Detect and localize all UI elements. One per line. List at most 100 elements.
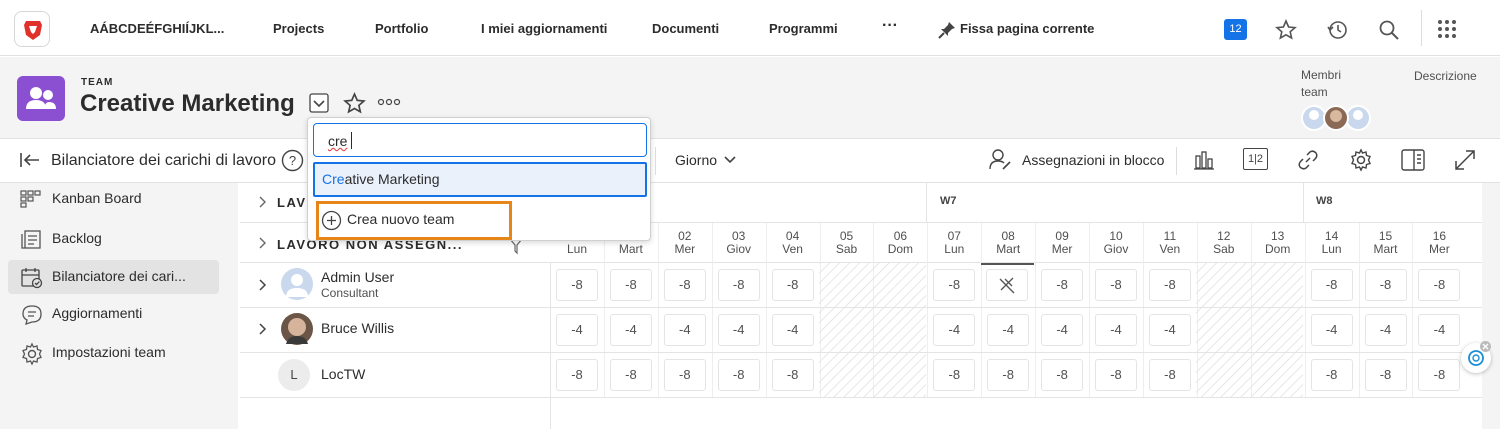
allocation-cell[interactable]: -8 bbox=[717, 359, 760, 391]
bulk-assign-icon[interactable] bbox=[988, 148, 1014, 172]
allocation-cell[interactable]: -8 bbox=[771, 359, 814, 391]
sidebar-item-updates[interactable]: Aggiornamenti bbox=[8, 297, 219, 331]
calendar-icon bbox=[20, 266, 44, 290]
allocation-cell[interactable]: -8 bbox=[663, 359, 706, 391]
sidebar-item-workload[interactable]: Bilanciatore dei cari... bbox=[8, 260, 219, 294]
create-team-label: Crea nuovo team bbox=[347, 211, 455, 227]
allocation-cell[interactable]: -8 bbox=[609, 269, 652, 301]
user-name[interactable]: Bruce Willis bbox=[321, 320, 394, 336]
nav-programs[interactable]: Programmi bbox=[769, 21, 838, 36]
allocation-cell[interactable]: -4 bbox=[1310, 314, 1353, 346]
allocation-cell[interactable]: -8 bbox=[1148, 359, 1191, 391]
allocation-cell[interactable]: -4 bbox=[556, 314, 598, 346]
allocation-cell[interactable]: -8 bbox=[1418, 359, 1461, 391]
avatar: L bbox=[278, 359, 310, 391]
allocation-cell[interactable]: -8 bbox=[609, 359, 652, 391]
ratio-toggle[interactable]: 1|2 bbox=[1243, 148, 1268, 170]
search-icon[interactable] bbox=[1378, 19, 1400, 41]
day-name: Mer bbox=[1429, 242, 1450, 256]
search-result-item[interactable]: Creative Marketing bbox=[313, 162, 647, 197]
close-icon[interactable] bbox=[1480, 341, 1491, 352]
nav-my-updates[interactable]: I miei aggiornamenti bbox=[481, 21, 607, 36]
allocation-cell[interactable]: -8 bbox=[933, 269, 976, 301]
allocation-cell[interactable]: -4 bbox=[933, 314, 976, 346]
day-name: Lun bbox=[1321, 242, 1342, 256]
nav-portfolio[interactable]: Portfolio bbox=[375, 21, 428, 36]
chart-icon[interactable] bbox=[1193, 149, 1215, 171]
collapse-arrow-icon[interactable] bbox=[19, 151, 41, 169]
notifications-badge[interactable]: 12 bbox=[1224, 19, 1247, 40]
allocation-cell[interactable]: -4 bbox=[609, 314, 652, 346]
sidebar-item-kanban[interactable]: Kanban Board bbox=[8, 183, 219, 217]
view-select[interactable]: Giorno bbox=[675, 152, 717, 168]
more-options-icon[interactable] bbox=[377, 98, 401, 106]
allocation-cell[interactable]: -8 bbox=[1148, 269, 1191, 301]
allocation-cell[interactable]: -8 bbox=[987, 359, 1030, 391]
allocation-cell[interactable]: -8 bbox=[1310, 359, 1353, 391]
day-name: Sab bbox=[1213, 242, 1235, 256]
pin-page-button[interactable]: Fissa pagina corrente bbox=[960, 21, 1094, 36]
help-icon[interactable]: ? bbox=[281, 149, 304, 172]
sidebar-item-backlog[interactable]: Backlog bbox=[8, 222, 219, 256]
allocation-cell[interactable]: -8 bbox=[663, 269, 706, 301]
workspace-name[interactable]: AÁBCDEÉFGHIÍJKL... bbox=[90, 21, 224, 36]
allocation-cell[interactable]: -4 bbox=[1148, 314, 1191, 346]
allocation-cell[interactable]: -8 bbox=[1095, 269, 1137, 301]
allocation-cell[interactable]: -8 bbox=[1364, 359, 1407, 391]
allocation-cell[interactable]: -4 bbox=[987, 314, 1030, 346]
nav-documents[interactable]: Documenti bbox=[652, 21, 719, 36]
view-chevron-down-icon[interactable] bbox=[723, 154, 737, 166]
allocation-cell[interactable]: -4 bbox=[663, 314, 706, 346]
allocation-cell[interactable]: -8 bbox=[1310, 269, 1353, 301]
allocation-cell[interactable]: -4 bbox=[1364, 314, 1407, 346]
history-icon[interactable] bbox=[1326, 19, 1348, 41]
allocation-cell[interactable]: -4 bbox=[717, 314, 760, 346]
allocation-cell[interactable]: -4 bbox=[1095, 314, 1137, 346]
allocation-cell[interactable]: -8 bbox=[1041, 359, 1084, 391]
allocation-cell[interactable]: -8 bbox=[933, 359, 976, 391]
team-icon bbox=[17, 76, 65, 121]
avatar bbox=[280, 312, 314, 346]
favorite-star-icon[interactable] bbox=[343, 92, 366, 115]
day-off-cell[interactable] bbox=[986, 269, 1028, 301]
kanban-icon bbox=[20, 189, 42, 209]
chevron-right-icon[interactable] bbox=[257, 236, 267, 250]
brave-logo-icon[interactable] bbox=[14, 11, 50, 47]
nav-projects[interactable]: Projects bbox=[273, 21, 324, 36]
allocation-cell[interactable]: -8 bbox=[556, 269, 598, 301]
scrollbar[interactable] bbox=[1482, 183, 1500, 429]
sidebar-item-team-settings[interactable]: Impostazioni team bbox=[8, 336, 219, 370]
table-row: Admin User Consultant bbox=[240, 263, 1482, 308]
description-label[interactable]: Descrizione bbox=[1414, 69, 1477, 83]
allocation-cell[interactable]: -8 bbox=[1041, 269, 1084, 301]
toolbar-title: Bilanciatore dei carichi di lavoro bbox=[51, 152, 276, 169]
apps-grid-icon[interactable] bbox=[1437, 19, 1457, 39]
chevron-right-icon[interactable] bbox=[257, 278, 267, 292]
allocation-cell[interactable]: -4 bbox=[771, 314, 814, 346]
chevron-right-icon[interactable] bbox=[257, 322, 267, 336]
expand-icon[interactable] bbox=[1453, 148, 1477, 172]
star-icon[interactable] bbox=[1275, 19, 1297, 41]
bulk-assign-button[interactable]: Assegnazioni in blocco bbox=[1022, 152, 1164, 168]
nav-more-button[interactable]: ··· bbox=[882, 17, 898, 35]
chevron-right-icon[interactable] bbox=[257, 195, 267, 209]
panel-toggle-icon[interactable] bbox=[1401, 149, 1425, 171]
allocation-cell[interactable]: -8 bbox=[717, 269, 760, 301]
settings-gear-icon[interactable] bbox=[1349, 148, 1373, 172]
chevron-down-icon[interactable] bbox=[309, 93, 329, 113]
day-name: Ven bbox=[782, 242, 803, 256]
allocation-cell[interactable]: -8 bbox=[1418, 269, 1461, 301]
link-icon[interactable] bbox=[1297, 149, 1319, 171]
team-search-input[interactable]: cre bbox=[313, 123, 647, 157]
user-name[interactable]: LocTW bbox=[321, 366, 365, 382]
allocation-cell[interactable]: -4 bbox=[1418, 314, 1461, 346]
user-name[interactable]: Admin User bbox=[321, 269, 394, 285]
create-team-button[interactable]: Crea nuovo team bbox=[316, 201, 512, 240]
allocation-cell[interactable]: -8 bbox=[556, 359, 598, 391]
allocation-cell[interactable]: -8 bbox=[1095, 359, 1137, 391]
allocation-cell[interactable]: -4 bbox=[1041, 314, 1084, 346]
allocation-cell[interactable]: -8 bbox=[1364, 269, 1407, 301]
toolbar-divider bbox=[1176, 147, 1177, 175]
allocation-cell[interactable]: -8 bbox=[771, 269, 814, 301]
member-avatars[interactable] bbox=[1301, 105, 1371, 131]
